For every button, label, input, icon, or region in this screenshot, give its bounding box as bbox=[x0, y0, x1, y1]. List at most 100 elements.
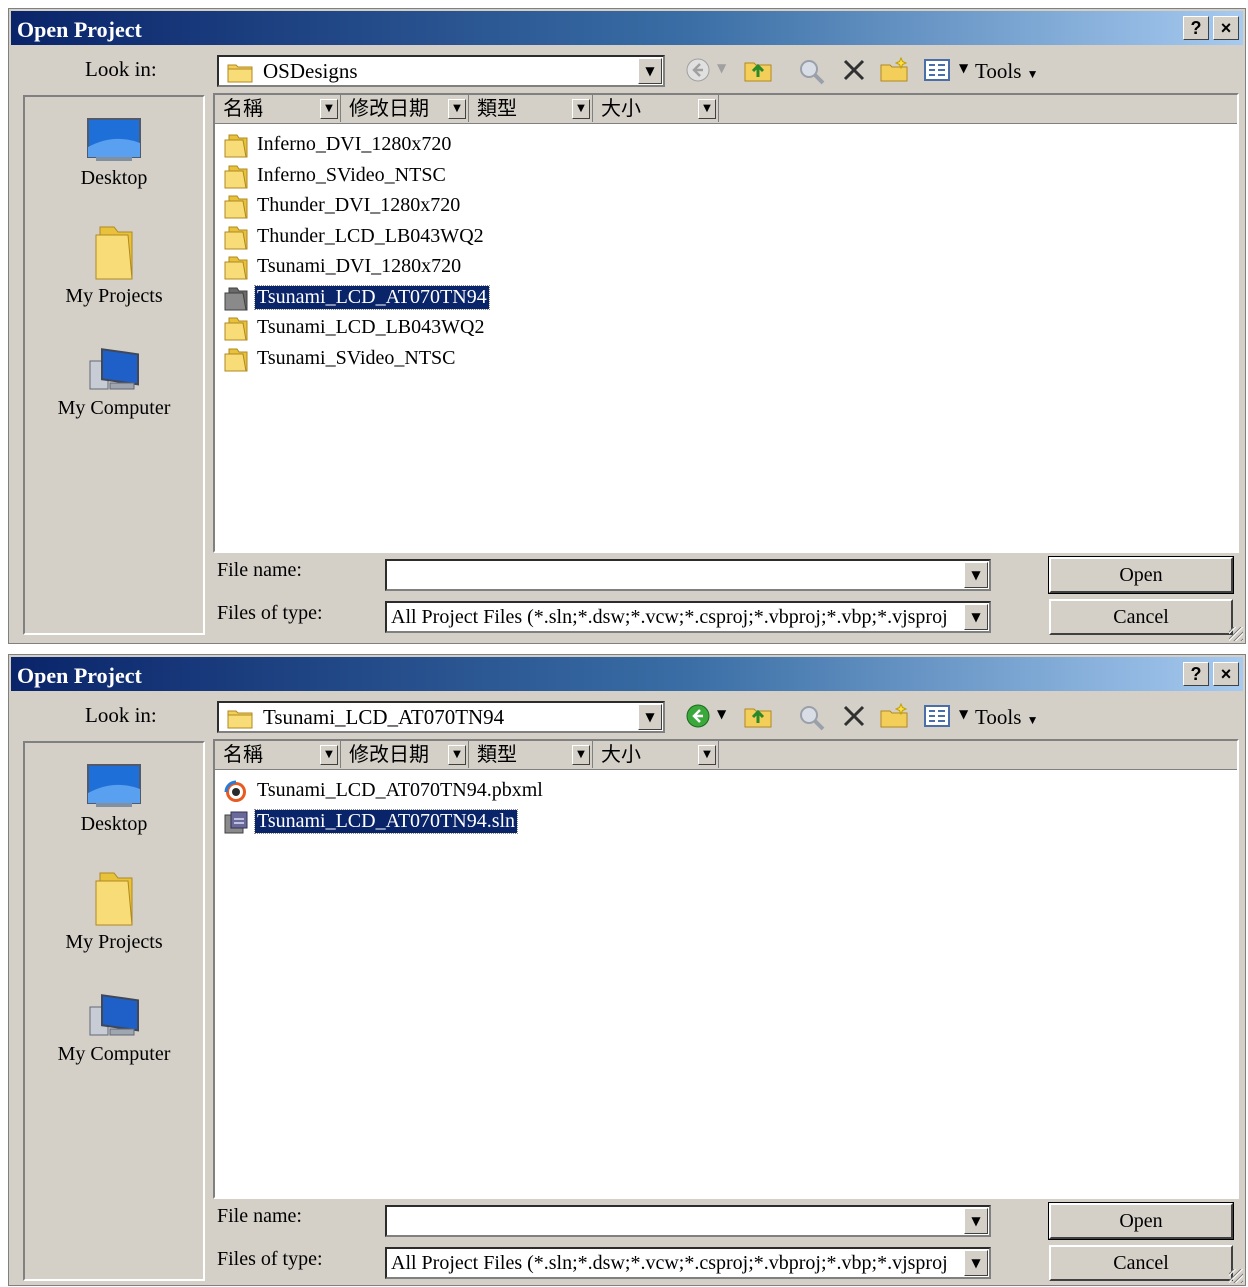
up-folder-icon[interactable] bbox=[743, 703, 773, 729]
help-button[interactable]: ? bbox=[1183, 662, 1209, 686]
chevron-down-icon[interactable]: ▼ bbox=[638, 58, 662, 84]
column-header-name[interactable]: 名稱 ▼ bbox=[215, 741, 341, 768]
open-button[interactable]: Open bbox=[1048, 556, 1234, 594]
file-name: Tsunami_LCD_AT070TN94.pbxml bbox=[257, 779, 543, 801]
file-name-input[interactable]: ▼ bbox=[385, 1205, 991, 1237]
place-desktop[interactable]: Desktop bbox=[25, 117, 203, 190]
chevron-down-icon[interactable]: ▼ bbox=[320, 745, 338, 765]
open-button[interactable]: Open bbox=[1048, 1202, 1234, 1240]
title-bar[interactable]: Open Project ? × bbox=[11, 657, 1243, 691]
toolbar: ▼ ▼ Tools ▼ bbox=[677, 53, 1057, 89]
column-header-modified[interactable]: 修改日期 ▼ bbox=[341, 95, 469, 122]
title-bar[interactable]: Open Project ? × bbox=[11, 11, 1243, 45]
column-header-modified[interactable]: 修改日期 ▼ bbox=[341, 741, 469, 768]
chevron-down-icon[interactable]: ▼ bbox=[964, 1208, 988, 1234]
place-desktop[interactable]: Desktop bbox=[25, 763, 203, 836]
look-in-value: Tsunami_LCD_AT070TN94 bbox=[263, 705, 505, 729]
delete-icon[interactable] bbox=[841, 57, 867, 83]
tools-menu[interactable]: Tools ▼ bbox=[975, 705, 1039, 730]
resize-grip[interactable] bbox=[1229, 627, 1243, 641]
back-icon[interactable] bbox=[685, 57, 711, 83]
tools-menu[interactable]: Tools ▼ bbox=[975, 59, 1039, 84]
place-my-computer[interactable]: My Computer bbox=[25, 991, 203, 1066]
file-name-label: File name: bbox=[217, 559, 302, 581]
views-icon[interactable] bbox=[923, 703, 951, 729]
computer-icon bbox=[89, 994, 139, 1036]
column-header-size[interactable]: 大小 ▼ bbox=[593, 741, 719, 768]
help-button[interactable]: ? bbox=[1183, 16, 1209, 40]
chevron-down-icon[interactable]: ▼ bbox=[448, 99, 466, 119]
look-in-dropdown[interactable]: OSDesigns ▼ bbox=[217, 55, 665, 87]
file-list[interactable]: 名稱 ▼ 修改日期 ▼ 類型 ▼ 大小 ▼ Tsunami_LCD_AT070T… bbox=[213, 739, 1239, 1199]
file-name-input[interactable]: ▼ bbox=[385, 559, 991, 591]
desktop-icon bbox=[87, 118, 141, 161]
toolbar: ▼ ▼ Tools ▼ bbox=[677, 699, 1057, 735]
column-header-type[interactable]: 類型 ▼ bbox=[469, 741, 593, 768]
place-label: Desktop bbox=[80, 813, 148, 835]
delete-icon[interactable] bbox=[841, 703, 867, 729]
new-folder-icon[interactable] bbox=[879, 703, 909, 729]
place-my-computer[interactable]: My Computer bbox=[25, 345, 203, 420]
chevron-down-icon[interactable]: ▼ bbox=[572, 745, 590, 765]
column-label: 名稱 bbox=[223, 96, 263, 120]
chevron-down-icon[interactable]: ▼ bbox=[964, 1250, 988, 1276]
views-icon[interactable] bbox=[923, 57, 951, 83]
folder-icon bbox=[224, 256, 248, 280]
column-header-type[interactable]: 類型 ▼ bbox=[469, 95, 593, 122]
file-name: Inferno_DVI_1280x720 bbox=[257, 133, 452, 155]
folder-icon bbox=[95, 226, 133, 280]
chevron-down-icon[interactable]: ▼ bbox=[572, 99, 590, 119]
folder-icon bbox=[224, 134, 248, 158]
chevron-down-icon[interactable]: ▼ bbox=[448, 745, 466, 765]
column-label: 修改日期 bbox=[349, 742, 429, 766]
folder-icon bbox=[224, 226, 248, 249]
close-button[interactable]: × bbox=[1213, 16, 1239, 40]
dialog-title: Open Project bbox=[17, 17, 142, 42]
chevron-down-icon[interactable]: ▼ bbox=[964, 562, 988, 588]
folder-icon bbox=[224, 317, 248, 341]
files-of-type-dropdown[interactable]: All Project Files (*.sln;*.dsw;*.vcw;*.c… bbox=[385, 1247, 991, 1279]
up-folder-icon[interactable] bbox=[743, 57, 773, 83]
file-list[interactable]: 名稱 ▼ 修改日期 ▼ 類型 ▼ 大小 ▼ Inferno_DVI_1280x7… bbox=[213, 93, 1239, 553]
chevron-down-icon[interactable]: ▼ bbox=[638, 704, 662, 730]
cancel-button[interactable]: Cancel bbox=[1049, 1245, 1233, 1281]
place-my-projects[interactable]: My Projects bbox=[25, 871, 203, 954]
back-dropdown-icon[interactable]: ▼ bbox=[717, 707, 726, 721]
folder-icon bbox=[227, 710, 253, 729]
file-name: Tsunami_LCD_LB043WQ2 bbox=[257, 316, 485, 338]
search-web-icon[interactable] bbox=[797, 703, 827, 731]
chevron-down-icon[interactable]: ▼ bbox=[320, 99, 338, 119]
column-label: 名稱 bbox=[223, 742, 263, 766]
chevron-down-icon[interactable]: ▼ bbox=[698, 745, 716, 765]
files-of-type-label: Files of type: bbox=[217, 1248, 323, 1270]
places-bar: Desktop My Projects My Computer bbox=[23, 95, 205, 635]
views-dropdown-icon[interactable]: ▼ bbox=[959, 61, 968, 75]
folder-icon bbox=[224, 287, 248, 310]
place-my-projects[interactable]: My Projects bbox=[25, 225, 203, 308]
column-header-size[interactable]: 大小 ▼ bbox=[593, 95, 719, 122]
column-label: 大小 bbox=[601, 96, 641, 120]
chevron-down-icon[interactable]: ▼ bbox=[698, 99, 716, 119]
close-button[interactable]: × bbox=[1213, 662, 1239, 686]
file-name: Tsunami_DVI_1280x720 bbox=[257, 255, 462, 277]
platform-builder-icon bbox=[224, 780, 246, 802]
back-dropdown-icon[interactable]: ▼ bbox=[717, 61, 726, 75]
search-web-icon[interactable] bbox=[797, 57, 827, 85]
back-icon[interactable] bbox=[685, 703, 711, 729]
column-headers: 名稱 ▼ 修改日期 ▼ 類型 ▼ 大小 ▼ bbox=[215, 95, 1237, 124]
cancel-button[interactable]: Cancel bbox=[1049, 599, 1233, 635]
place-label: My Projects bbox=[65, 285, 163, 307]
new-folder-icon[interactable] bbox=[879, 57, 909, 83]
resize-grip[interactable] bbox=[1229, 1269, 1243, 1283]
chevron-down-icon[interactable]: ▼ bbox=[964, 604, 988, 630]
files-of-type-dropdown[interactable]: All Project Files (*.sln;*.dsw;*.vcw;*.c… bbox=[385, 601, 991, 633]
place-label: Desktop bbox=[80, 167, 148, 189]
column-label: 修改日期 bbox=[349, 96, 429, 120]
look-in-dropdown[interactable]: Tsunami_LCD_AT070TN94 ▼ bbox=[217, 701, 665, 733]
open-project-dialog: Open Project ? × Look in: OSDesigns ▼ ▼ bbox=[8, 8, 1246, 644]
views-dropdown-icon[interactable]: ▼ bbox=[959, 707, 968, 721]
column-label: 類型 bbox=[477, 742, 517, 766]
column-label: 類型 bbox=[477, 96, 517, 120]
column-header-name[interactable]: 名稱 ▼ bbox=[215, 95, 341, 122]
file-name: Tsunami_SVideo_NTSC bbox=[257, 346, 456, 369]
